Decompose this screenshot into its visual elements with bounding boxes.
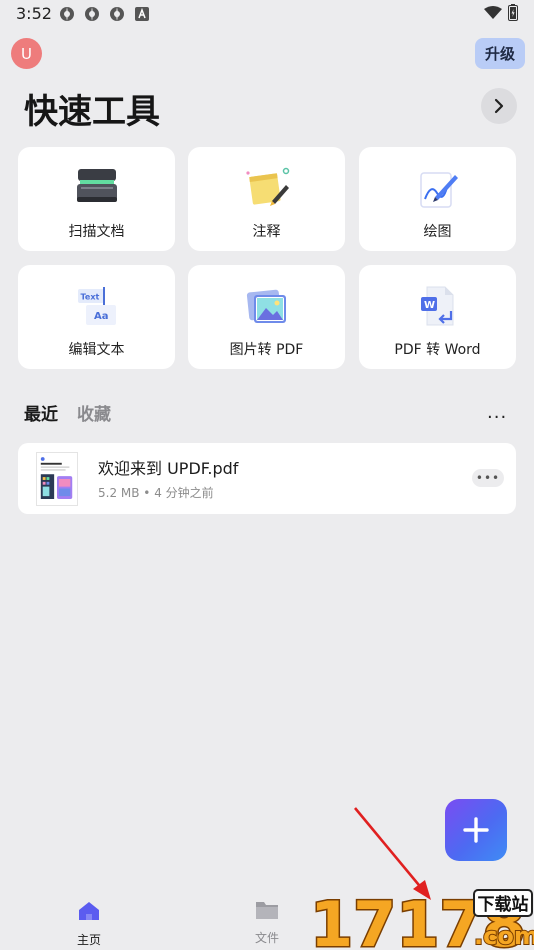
tool-label: 注释: [252, 224, 281, 240]
watermark-badge: 下载站: [478, 894, 529, 915]
user-avatar[interactable]: U: [11, 38, 42, 69]
status-indicators: [484, 4, 518, 21]
file-more-button[interactable]: •••: [472, 469, 504, 487]
battery-icon: [508, 4, 518, 21]
watermark-logo: 17178 下载站 .com: [309, 887, 534, 950]
svg-text:W: W: [424, 300, 435, 311]
tab-recent[interactable]: 最近: [24, 400, 58, 425]
tool-image-to-pdf[interactable]: 图片转 PDF: [188, 265, 345, 369]
sticky-note-icon: [245, 167, 289, 206]
nav-files-label: 文件: [254, 931, 279, 945]
image-to-pdf-icon: [246, 289, 286, 323]
tool-pdf-to-word[interactable]: W PDF 转 Word: [359, 265, 516, 369]
file-list-item[interactable]: 欢迎来到 UPDF.pdf 5.2 MB • 4 分钟之前 •••: [18, 443, 516, 514]
folder-icon: [256, 902, 278, 919]
plus-icon: [463, 817, 489, 843]
tab-favorites[interactable]: 收藏: [77, 400, 111, 425]
status-bar: 3:52: [0, 0, 534, 28]
recent-more-button[interactable]: ...: [487, 402, 507, 423]
file-thumbnail: [36, 452, 78, 506]
tool-label: 编辑文本: [68, 342, 125, 358]
page-title: 快速工具: [24, 92, 160, 132]
watermark-domain: .com: [474, 922, 534, 950]
upgrade-button[interactable]: 升级: [475, 38, 525, 69]
status-time: 3:52: [16, 4, 52, 23]
pdf-to-word-icon: W: [420, 286, 453, 326]
tool-annotate[interactable]: 注释: [188, 147, 345, 251]
avatar-initial: U: [21, 44, 32, 63]
tool-label: 绘图: [423, 224, 452, 240]
tool-scan-document[interactable]: 扫描文档: [18, 147, 175, 251]
quick-tools-more-button[interactable]: [481, 88, 517, 124]
nav-home-label: 主页: [76, 933, 101, 947]
svg-text:Aa: Aa: [94, 311, 109, 322]
tool-draw[interactable]: 绘图: [359, 147, 516, 251]
tool-label: PDF 转 Word: [394, 342, 481, 358]
drawing-pen-icon: [419, 172, 458, 208]
chevron-right-icon: [494, 98, 504, 114]
file-meta: 5.2 MB • 4 分钟之前: [98, 486, 214, 500]
file-name: 欢迎来到 UPDF.pdf: [98, 459, 239, 478]
wifi-icon: [484, 5, 502, 19]
text-notification-icon: [135, 7, 149, 21]
tool-label: 扫描文档: [68, 224, 125, 240]
more-dots-icon: •••: [475, 471, 501, 485]
updf-notification-icon: [110, 7, 124, 21]
nav-files[interactable]: 文件: [237, 899, 297, 946]
home-icon: [79, 902, 99, 920]
nav-home[interactable]: 主页: [59, 899, 119, 948]
edit-text-icon: Text Aa: [77, 287, 116, 325]
add-button[interactable]: [445, 799, 507, 861]
scanner-icon: [76, 169, 117, 202]
tool-label: 图片转 PDF: [229, 342, 304, 358]
tool-edit-text[interactable]: Text Aa 编辑文本: [18, 265, 175, 369]
updf-notification-icon: [85, 7, 99, 21]
svg-text:Text: Text: [80, 293, 99, 302]
updf-notification-icon: [60, 7, 74, 21]
